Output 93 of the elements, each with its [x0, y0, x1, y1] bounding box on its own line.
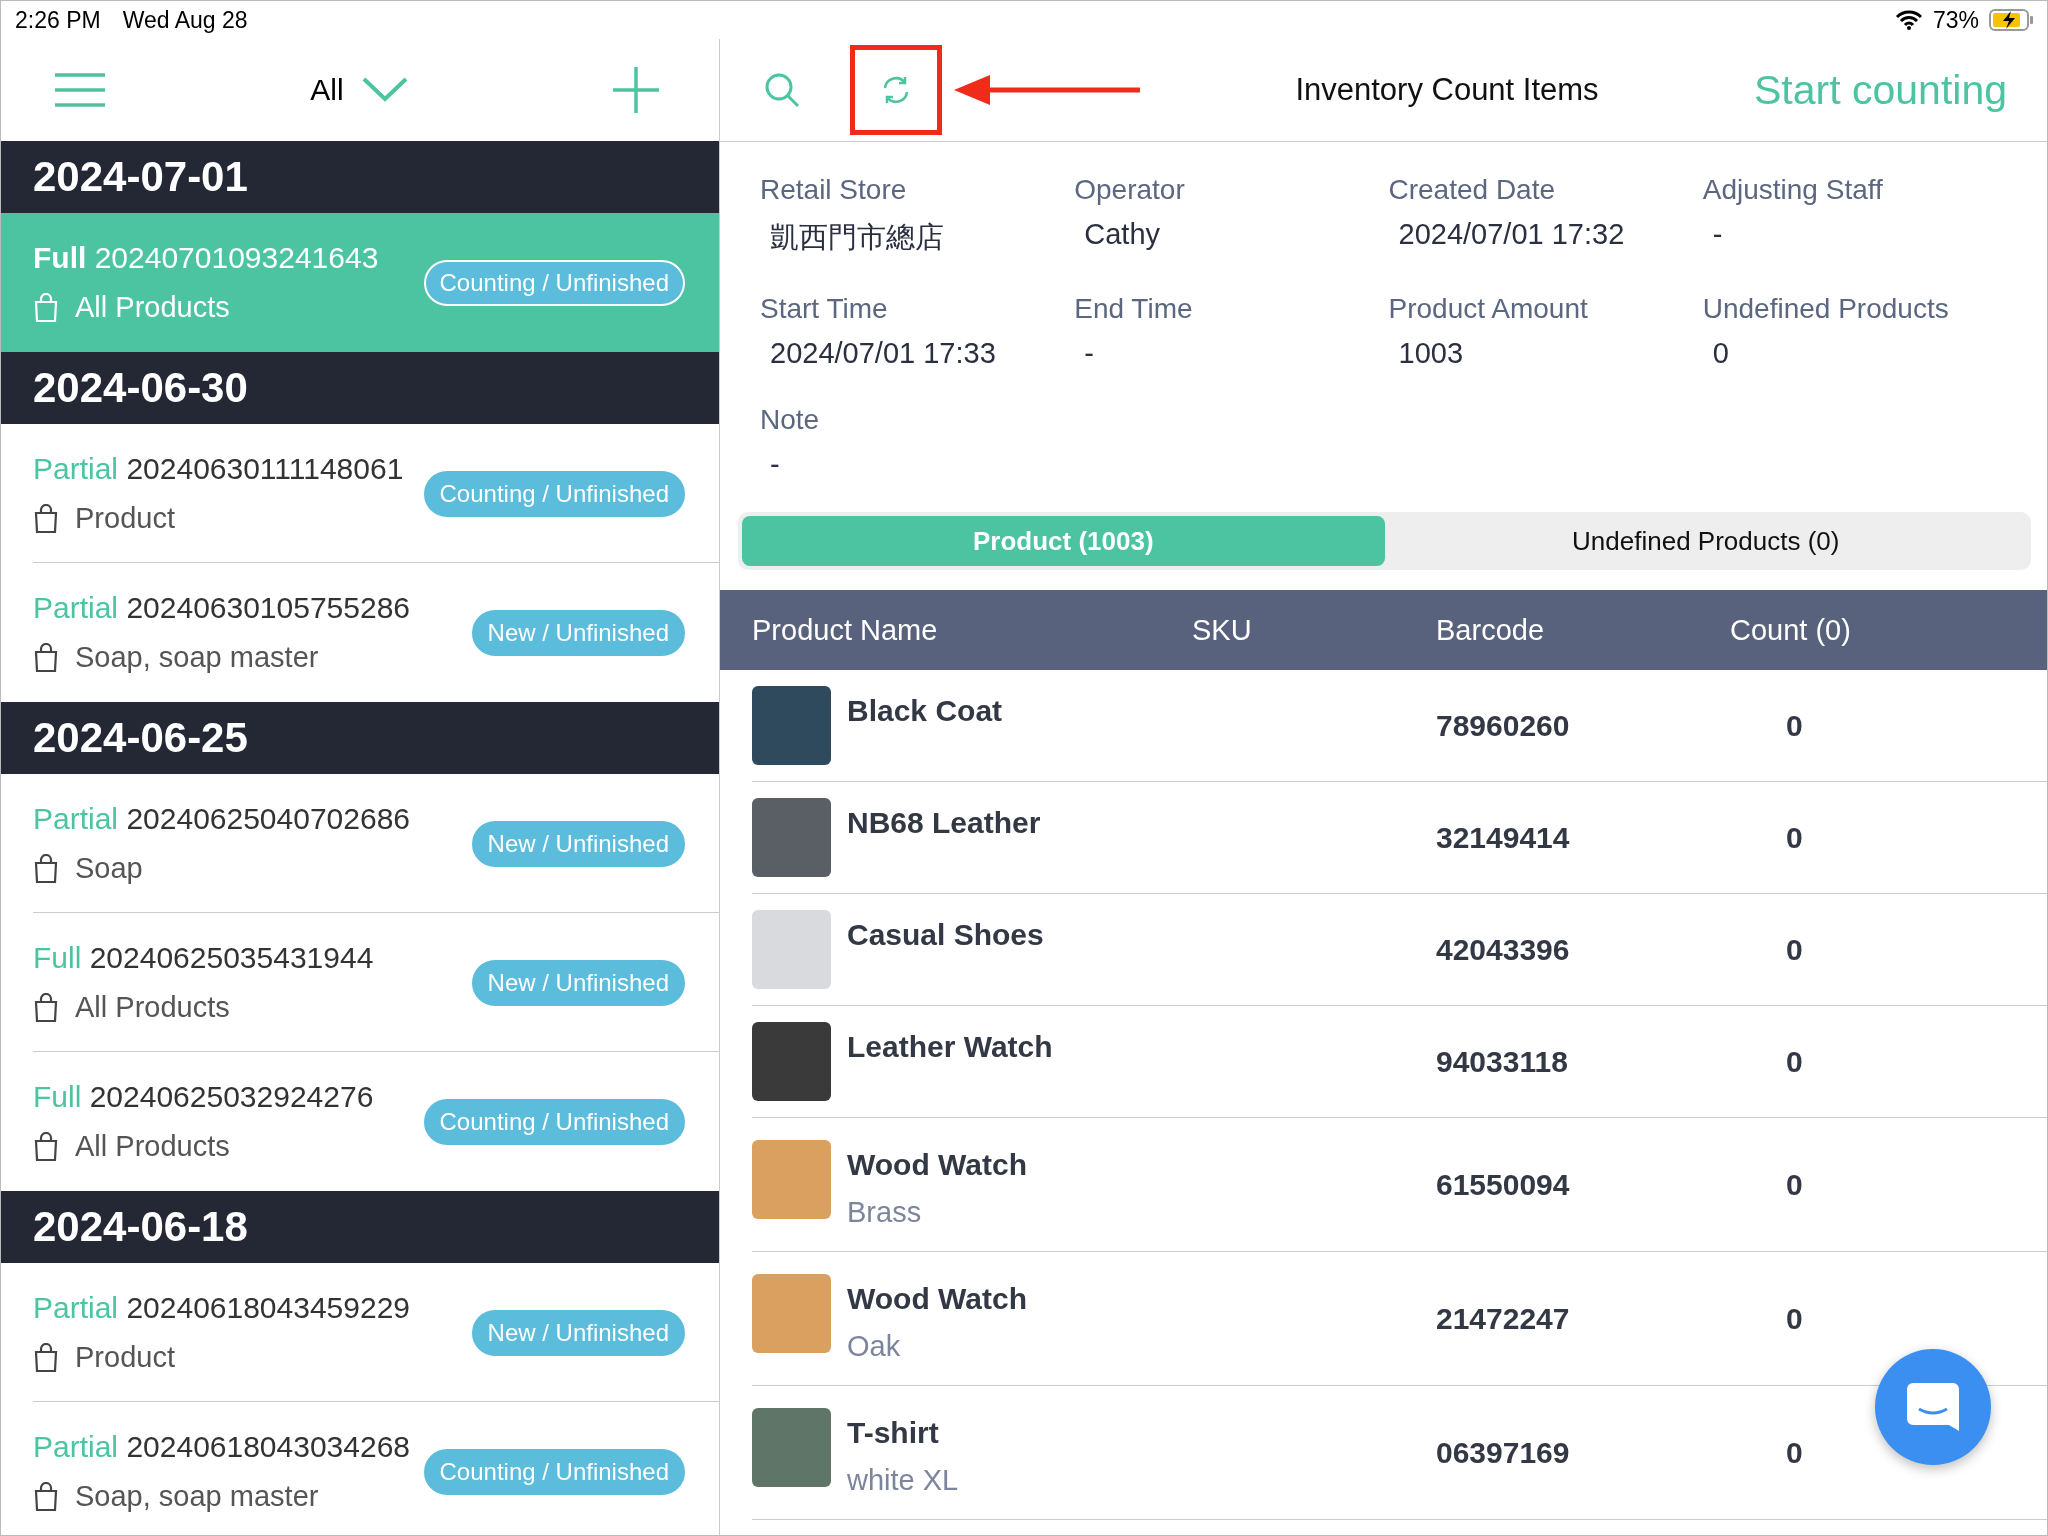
battery-percent: 73%: [1932, 6, 1979, 34]
filter-dropdown[interactable]: All: [306, 69, 412, 111]
barcode-cell-text: 78960260: [1436, 708, 1571, 743]
chevron-down-icon: [361, 77, 408, 103]
record-scope: Soap, soap master: [75, 1480, 319, 1513]
status-badge: Counting / Unfinished: [423, 259, 685, 306]
column-header: SKU: [1192, 613, 1253, 647]
product-name: Wood Watch: [847, 1282, 1027, 1316]
record-scope: Soap: [75, 852, 143, 885]
bag-icon: [33, 292, 59, 323]
count-cell-text: 0: [1785, 1301, 1804, 1336]
detail-label: Operator: [1074, 174, 1186, 206]
record-scope: Soap, soap master: [75, 641, 319, 674]
barcode-cell-text: 94033118: [1436, 1044, 1569, 1079]
date-header: 2024-06-25: [1, 702, 719, 774]
tab[interactable]: Undefined Products (0): [1384, 516, 2027, 566]
count-cell-text: 0: [1785, 1044, 1804, 1079]
page-title: Inventory Count Items: [1294, 72, 1600, 108]
column-header: Count (0): [1730, 613, 1852, 647]
record-title: Full 20240701093241643: [33, 241, 379, 275]
record-scope: All Products: [75, 1130, 230, 1163]
record-scope: Product: [75, 1341, 175, 1374]
detail-value: 0: [1711, 336, 1730, 370]
detail-label: Undefined Products: [1702, 292, 1950, 325]
product-name: Black Coat: [847, 694, 1003, 728]
bag-icon: [33, 503, 59, 534]
bag-icon: [33, 992, 59, 1023]
detail-label: Retail Store: [760, 174, 908, 206]
detail-label: End Time: [1074, 292, 1194, 325]
chat-button[interactable]: [1875, 1349, 1991, 1465]
barcode-cell-text: 61550094: [1436, 1167, 1571, 1202]
detail-value: -: [1711, 218, 1724, 251]
detail-value: -: [769, 448, 781, 482]
date-header: 2024-06-30: [1, 352, 719, 424]
status-badge: New / Unfinished: [471, 609, 685, 656]
detail-value: 2024/07/01 17:32: [1397, 218, 1626, 251]
product-name: NB68 Leather: [847, 806, 1041, 840]
barcode-cell-text: 06397169: [1436, 1435, 1571, 1470]
column-header: Product Name: [752, 613, 939, 647]
record-scope: Product: [75, 502, 175, 535]
product-variant: Brass: [847, 1196, 923, 1229]
bag-icon: [33, 642, 59, 673]
detail-label: Product Amount: [1388, 292, 1589, 325]
product-variant: Oak: [847, 1330, 902, 1363]
product-variant: white XL: [847, 1464, 959, 1497]
product-name: T-shirt: [847, 1416, 940, 1450]
record-scope: All Products: [75, 291, 230, 324]
product-name: Leather Watch: [847, 1030, 1053, 1064]
product-name: Casual Shoes: [847, 918, 1044, 952]
status-time: 2:26 PM: [15, 6, 101, 34]
record-title: Full 20240625032924276: [33, 1080, 374, 1114]
bag-icon: [33, 1342, 59, 1373]
wifi-icon: [1894, 10, 1923, 30]
detail-value: 2024/07/01 17:33: [769, 336, 997, 370]
product-name: Wood Watch: [847, 1148, 1027, 1182]
detail-value: 1003: [1397, 336, 1464, 370]
count-cell-text: 0: [1785, 708, 1804, 743]
barcode-cell-text: 32149414: [1436, 820, 1571, 855]
count-cell-text: 0: [1785, 820, 1804, 855]
record-title: Partial 20240630105755286: [33, 591, 411, 625]
status-badge: New / Unfinished: [471, 1309, 685, 1356]
detail-value: 凱西門市總店: [769, 220, 945, 255]
count-cell-text: 0: [1785, 932, 1804, 967]
battery-charging-icon: [1989, 8, 2035, 32]
detail-label: Adjusting Staff: [1702, 174, 1884, 206]
status-badge: New / Unfinished: [471, 959, 685, 1006]
chat-bubble-icon: [1905, 1381, 1961, 1433]
record-title: Partial 20240618043034268: [33, 1430, 411, 1464]
date-header: 2024-07-01: [1, 141, 719, 213]
detail-value: Cathy: [1083, 218, 1161, 251]
record-title: Full 20240625035431944: [33, 941, 374, 975]
bag-icon: [33, 853, 59, 884]
record-title: Partial 20240625040702686: [33, 802, 411, 836]
bag-icon: [33, 1131, 59, 1162]
barcode-cell-text: 21472247: [1436, 1301, 1571, 1336]
record-scope: All Products: [75, 991, 230, 1024]
column-header: Barcode: [1436, 613, 1545, 647]
barcode-cell-text: 42043396: [1436, 932, 1571, 967]
status-badge: Counting / Unfinished: [423, 1098, 685, 1145]
count-cell-text: 0: [1785, 1167, 1804, 1202]
status-badge: Counting / Unfinished: [423, 1448, 685, 1495]
date-header: 2024-06-18: [1, 1191, 719, 1263]
detail-label: Start Time: [760, 292, 889, 325]
count-cell-text: 0: [1785, 1435, 1804, 1470]
record-title: Partial 20240618043459229: [33, 1291, 411, 1325]
detail-label: Note: [760, 404, 821, 437]
status-badge: New / Unfinished: [471, 820, 685, 867]
status-badge: Counting / Unfinished: [423, 470, 685, 517]
detail-value: -: [1083, 336, 1095, 370]
detail-label: Created Date: [1388, 174, 1557, 206]
status-date: Wed Aug 28: [122, 6, 248, 34]
record-title: Partial 20240630111148061: [33, 452, 404, 486]
bag-icon: [33, 1481, 59, 1512]
